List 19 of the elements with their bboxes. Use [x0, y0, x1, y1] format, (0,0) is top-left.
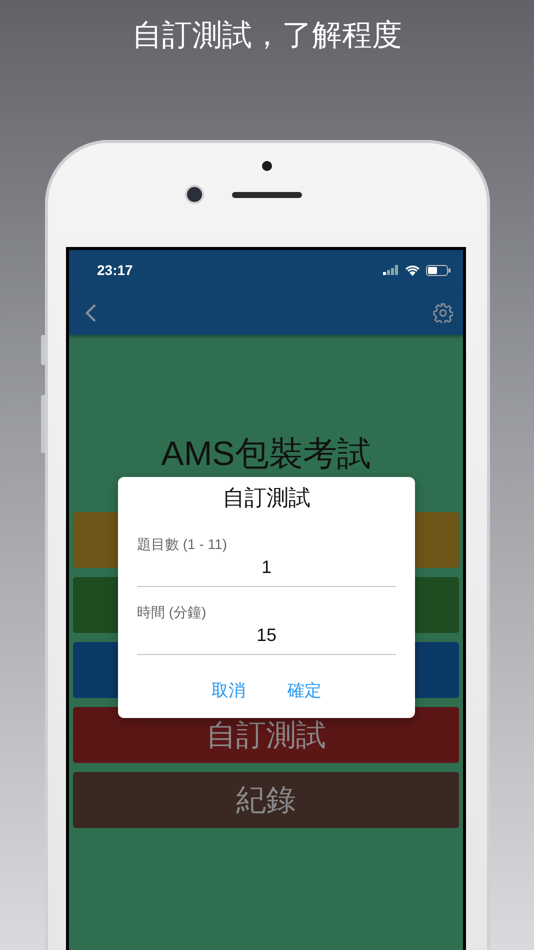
- input-field[interactable]: 15: [137, 621, 396, 655]
- screen-heading: AMS包裝考試: [161, 434, 371, 474]
- battery-icon: [426, 264, 451, 276]
- input-field[interactable]: 1: [137, 553, 396, 587]
- settings-icon[interactable]: [433, 302, 453, 322]
- status-time: 23:17: [97, 262, 133, 278]
- dialog-title: 自訂測試: [222, 484, 310, 512]
- camera-lens: [187, 187, 202, 202]
- field-label: 時間 (分鐘): [137, 603, 206, 621]
- sensor-dot: [262, 161, 272, 171]
- wifi-icon: [405, 264, 420, 276]
- menu-button[interactable]: 紀錄: [73, 772, 459, 828]
- speaker-grille: [232, 192, 302, 198]
- dialog-button[interactable]: 確定: [286, 677, 324, 704]
- field-label: 題目數 (1 - 11): [137, 535, 227, 553]
- dialog-button[interactable]: 取消: [210, 677, 248, 704]
- caption: 自訂測試，了解程度: [132, 18, 402, 54]
- back-icon[interactable]: [85, 302, 97, 322]
- signal-icon: [383, 265, 399, 275]
